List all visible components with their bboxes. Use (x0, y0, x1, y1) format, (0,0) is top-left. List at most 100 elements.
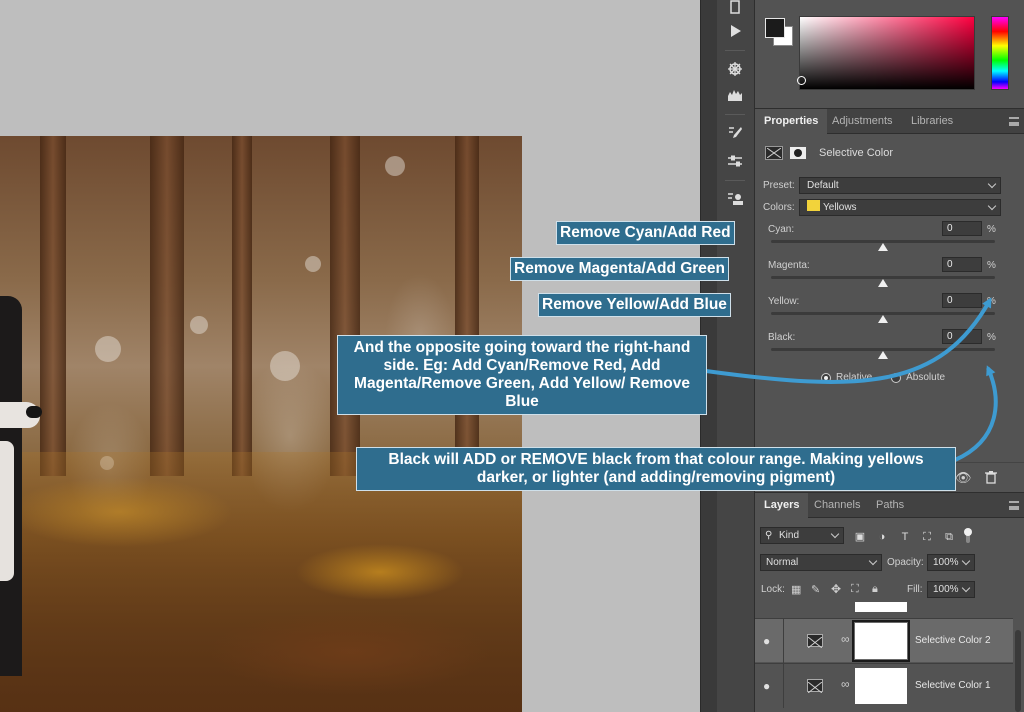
layer-mask-thumbnail[interactable] (852, 620, 910, 662)
blend-mode-value: Normal (766, 557, 799, 568)
lock-all-icon[interactable]: 🔒︎ (872, 583, 878, 596)
absolute-label: Absolute (906, 372, 946, 383)
magenta-slider-thumb[interactable] (878, 279, 888, 287)
layers-panel: ⚲ Kind ▣ ◑ T ⛶ ⧉ Normal Opacity: 100% Lo… (755, 518, 1024, 712)
tab-libraries[interactable]: Libraries (902, 109, 962, 134)
magenta-label: Magenta: (768, 260, 810, 271)
fill-input[interactable]: 100% (927, 581, 975, 598)
filter-toggle-icon[interactable] (963, 527, 973, 545)
adjustment-title: Selective Color (819, 147, 893, 159)
yellow-percent: % (987, 296, 996, 307)
chevron-down-icon (830, 529, 840, 539)
tab-channels[interactable]: Channels (805, 493, 869, 518)
panel-menu-icon[interactable] (1009, 501, 1019, 510)
yellow-label: Yellow: (768, 296, 800, 307)
black-input[interactable]: 0 (942, 329, 982, 344)
cyan-input[interactable]: 0 (942, 221, 982, 236)
black-label: Black: (768, 332, 796, 343)
layer-visibility-eye-icon[interactable]: ● (763, 679, 777, 693)
info-icon[interactable] (720, 0, 750, 18)
cyan-slider-thumb[interactable] (878, 243, 888, 251)
relative-radio[interactable] (821, 372, 831, 383)
layer-row-selective-color-1[interactable]: ● ∞ Selective Color 1 (755, 663, 1013, 708)
color-panel (755, 0, 1024, 108)
selective-color-adjustment-icon[interactable] (765, 146, 783, 160)
black-percent: % (987, 332, 996, 343)
annotation-cyan: Remove Cyan/Add Red (556, 221, 735, 245)
color-picker-field[interactable] (797, 16, 975, 90)
cyan-percent: % (987, 224, 996, 235)
properties-tabbar: Properties Adjustments Libraries (755, 108, 1024, 134)
adjustments-sliders-icon[interactable] (720, 150, 750, 172)
annotation-yellow: Remove Yellow/Add Blue (538, 293, 731, 317)
yellow-swatch-icon (807, 200, 820, 211)
filter-smart-object-icon[interactable]: ⧉ (942, 530, 956, 544)
layer-visibility-eye-icon[interactable]: ● (763, 634, 777, 648)
mask-link-icon[interactable]: ∞ (841, 632, 850, 646)
chevron-down-icon (961, 583, 971, 593)
magenta-percent: % (987, 260, 996, 271)
annotation-black: Black will ADD or REMOVE black from that… (356, 447, 956, 491)
fill-label: Fill: (907, 584, 923, 595)
chevron-down-icon (987, 201, 997, 211)
chevron-down-icon (987, 179, 997, 189)
chevron-down-icon (961, 556, 971, 566)
brushes-icon[interactable] (720, 122, 750, 144)
lock-label: Lock: (761, 584, 785, 595)
preset-label: Preset: (763, 180, 795, 191)
opacity-value: 100% (933, 557, 959, 568)
lock-position-icon[interactable]: ✥ (831, 582, 841, 596)
properties-icon[interactable] (720, 188, 750, 210)
layers-scrollbar[interactable] (1015, 630, 1021, 712)
panel-menu-icon[interactable] (1009, 117, 1019, 126)
layer-name[interactable]: Selective Color 1 (915, 680, 991, 691)
play-action-icon[interactable] (720, 20, 750, 42)
layers-tabbar: Layers Channels Paths (755, 492, 1024, 518)
relative-label: Relative (836, 372, 873, 383)
lock-brush-icon[interactable]: ✎ (811, 583, 820, 596)
histogram-icon[interactable] (720, 84, 750, 106)
visibility-eye-icon[interactable]: 👁 (955, 470, 972, 486)
filter-shape-icon[interactable]: ⛶ (920, 530, 934, 544)
tab-layers[interactable]: Layers (755, 493, 809, 518)
colors-select[interactable]: Yellows (799, 199, 1001, 216)
filter-adjustment-icon[interactable]: ◑ (875, 530, 889, 544)
filter-kind-value: Kind (779, 530, 800, 541)
hue-slider[interactable] (991, 16, 1009, 90)
yellow-slider-thumb[interactable] (878, 315, 888, 323)
fill-value: 100% (933, 584, 959, 595)
black-slider-thumb[interactable] (878, 351, 888, 359)
layer-filter-select[interactable]: ⚲ Kind (760, 527, 844, 544)
brush-settings-icon[interactable] (720, 58, 750, 80)
right-panels: Properties Adjustments Libraries Selecti… (754, 0, 1024, 712)
cyan-label: Cyan: (768, 224, 795, 235)
filter-type-icon[interactable]: T (898, 530, 912, 544)
magenta-input[interactable]: 0 (942, 257, 982, 272)
absolute-radio[interactable] (891, 372, 902, 383)
selective-color-layer-icon (807, 679, 823, 694)
preset-select[interactable]: Default (799, 177, 1001, 194)
tab-paths[interactable]: Paths (867, 493, 913, 518)
selective-color-layer-icon (807, 634, 823, 649)
annotation-opposite: And the opposite going toward the right-… (337, 335, 707, 415)
blend-mode-select[interactable]: Normal (760, 554, 882, 571)
forest-dog-photo (0, 136, 522, 712)
colors-label: Colors: (763, 202, 795, 213)
foreground-color-swatch[interactable] (765, 18, 785, 38)
layer-name[interactable]: Selective Color 2 (915, 635, 991, 646)
tab-properties[interactable]: Properties (755, 109, 828, 134)
tab-adjustments[interactable]: Adjustments (823, 109, 902, 134)
lock-artboard-icon[interactable]: ⛶ (851, 583, 859, 596)
trash-icon[interactable] (983, 470, 999, 486)
filter-pixel-icon[interactable]: ▣ (853, 530, 867, 544)
layer-mask-icon[interactable] (789, 146, 807, 160)
lock-transparent-icon[interactable]: ▦ (791, 583, 801, 596)
yellow-input[interactable]: 0 (942, 293, 982, 308)
layer-row-selective-color-2[interactable]: ● ∞ Selective Color 2 (755, 618, 1013, 663)
annotation-magenta: Remove Magenta/Add Green (510, 257, 730, 281)
mask-link-icon[interactable]: ∞ (841, 677, 850, 691)
layer-mask-thumbnail[interactable] (855, 668, 907, 704)
opacity-input[interactable]: 100% (927, 554, 975, 571)
search-icon: ⚲ (765, 530, 773, 541)
preset-value: Default (807, 180, 839, 191)
